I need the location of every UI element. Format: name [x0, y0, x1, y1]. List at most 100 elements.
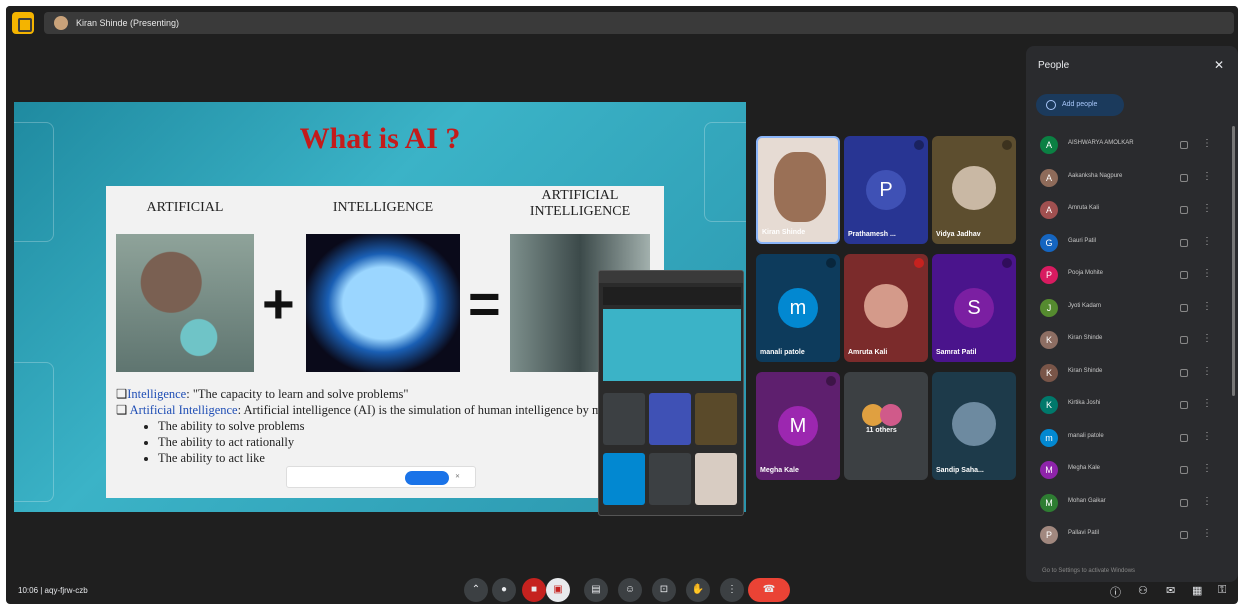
participant-tile[interactable]: m manali patole [756, 254, 840, 362]
add-person-icon [1046, 100, 1056, 110]
present-screen-icon[interactable]: ⊡ [652, 578, 676, 602]
emoji-icon[interactable]: ☺ [618, 578, 642, 602]
intelligence-definition: : "The capacity to learn and solve probl… [186, 387, 409, 401]
bottom-bar: 10:06 | aqy-fjrw-czb ⌃ ● ■ ▣ ▤ ☺ ⊡ ✋ ⋮ ☎… [6, 576, 1238, 604]
avatar [952, 402, 996, 446]
chat-icon[interactable]: ✉ [1166, 584, 1175, 597]
pin-icon[interactable] [1180, 206, 1188, 214]
more-icon[interactable]: ⋮ [1202, 203, 1212, 214]
more-icon[interactable]: ⋮ [1202, 463, 1212, 474]
participant-row[interactable]: M Mohan Gaikar ⋮ [1040, 488, 1220, 518]
participant-row[interactable]: J Jyoti Kadam ⋮ [1040, 293, 1220, 323]
participant-name: Prathamesh ... [848, 231, 896, 238]
participant-row[interactable]: P Pallavi Patil ⋮ [1040, 520, 1220, 550]
participant-row[interactable]: P Pooja Mohite ⋮ [1040, 260, 1220, 290]
participant-row[interactable]: m manali patole ⋮ [1040, 423, 1220, 453]
more-icon[interactable]: ⋮ [1202, 496, 1212, 507]
avatar: M [778, 406, 818, 446]
pin-icon[interactable] [1180, 173, 1188, 182]
mini-tile [695, 453, 737, 505]
participant-row[interactable]: G Gauri Patil ⋮ [1040, 228, 1220, 258]
participant-row[interactable]: A AISHWARYA AMOLKAR ⋮ [1040, 130, 1220, 160]
participant-tile[interactable]: M Megha Kale [756, 372, 840, 480]
participant-tile[interactable]: Kiran Shinde [756, 136, 840, 244]
top-bar: Kiran Shinde (Presenting) [6, 6, 1238, 40]
meet-logo-icon [12, 12, 34, 34]
presenting-banner[interactable]: Kiran Shinde (Presenting) [44, 12, 1234, 34]
pin-icon[interactable] [1180, 531, 1188, 539]
close-icon[interactable]: ✕ [1214, 58, 1224, 72]
more-icon[interactable]: ⋮ [1202, 268, 1212, 279]
mini-slide-preview [603, 309, 741, 381]
pin-icon[interactable] [1180, 271, 1188, 279]
pin-icon[interactable] [1180, 141, 1188, 149]
mini-window-header[interactable] [599, 271, 743, 283]
close-icon[interactable]: ✕ [455, 473, 460, 480]
mini-tile [649, 393, 691, 445]
more-icon[interactable]: ⋮ [1202, 398, 1212, 409]
participant-row[interactable]: K Kiran Shinde ⋮ [1040, 358, 1220, 388]
pin-icon[interactable] [1180, 336, 1188, 344]
more-icon[interactable]: ⋮ [1202, 138, 1212, 149]
participant-name: Kiran Shinde [1068, 335, 1103, 341]
mini-tile [649, 453, 691, 505]
participant-name: Pooja Mohite [1068, 270, 1104, 276]
participant-tile[interactable]: Vidya Jadhav [932, 136, 1016, 244]
intelligence-heading: INTELLIGENCE [332, 200, 434, 215]
chevron-up-icon[interactable]: ⌃ [464, 578, 488, 602]
pin-icon[interactable] [1180, 303, 1188, 312]
avatar: m [778, 288, 818, 328]
present-button[interactable]: ▣ [546, 578, 570, 602]
end-call-button[interactable]: ☎ [748, 578, 790, 602]
pin-icon[interactable] [1180, 368, 1188, 377]
more-icon[interactable]: ⋮ [1202, 171, 1212, 182]
participant-name: Megha Kale [760, 467, 799, 474]
participant-tile[interactable]: Amruta Kali [844, 254, 928, 362]
self-view-window[interactable] [598, 270, 744, 516]
pin-icon[interactable] [1180, 238, 1188, 247]
participant-row[interactable]: A Aakanksha Nagpure ⋮ [1040, 163, 1220, 193]
participant-tile[interactable]: S Samrat Patil [932, 254, 1016, 362]
raise-hand-icon[interactable]: ✋ [686, 578, 710, 602]
more-options-button[interactable]: ⋮ [720, 578, 744, 602]
participant-name: Amruta Kali [1068, 205, 1100, 211]
more-icon[interactable]: ⋮ [1202, 301, 1212, 312]
presenter-avatar [54, 16, 68, 30]
participant-row[interactable]: K Kirtika Joshi ⋮ [1040, 390, 1220, 420]
avatar: M [1040, 461, 1058, 479]
avatar: m [1040, 428, 1058, 447]
avatar: S [954, 288, 994, 328]
more-icon[interactable]: ⋮ [1202, 528, 1212, 539]
more-icon[interactable]: ⋮ [1202, 431, 1212, 442]
avatar [864, 284, 908, 328]
scrollbar[interactable] [1232, 126, 1235, 396]
circuit-decoration [14, 362, 54, 502]
people-icon[interactable]: ⚇ [1138, 584, 1148, 597]
more-icon[interactable]: ⋮ [1202, 333, 1212, 344]
participant-name: Gauri Patil [1068, 237, 1097, 244]
microphone-icon[interactable]: ● [492, 578, 516, 602]
participant-row[interactable]: A Amruta Kali ⋮ [1040, 195, 1220, 225]
others-tile[interactable]: 11 others [844, 372, 928, 480]
more-icon[interactable]: ⋮ [1202, 366, 1212, 377]
participant-tile[interactable]: P Prathamesh ... [844, 136, 928, 244]
participant-row[interactable]: K Kiran Shinde ⋮ [1040, 325, 1220, 355]
add-people-button[interactable]: Add people [1036, 94, 1124, 116]
participant-row[interactable]: M Megha Kale ⋮ [1040, 455, 1220, 485]
robot-hand-image [116, 234, 254, 372]
translate-button[interactable] [405, 471, 449, 485]
pin-icon[interactable] [1180, 401, 1188, 409]
info-icon[interactable]: ⓘ [1110, 584, 1121, 600]
people-panel: People ✕ Add people A AISHWARYA AMOLKAR ⋮ A… [1026, 46, 1238, 582]
pin-icon[interactable] [1180, 466, 1188, 474]
captions-icon[interactable]: ▤ [584, 578, 608, 602]
activities-icon[interactable]: ▦ [1192, 584, 1202, 597]
mic-off-icon [1002, 258, 1012, 268]
more-icon[interactable]: ⋮ [1202, 236, 1212, 247]
participant-name: Sandip Saha... [936, 467, 984, 474]
host-controls-icon[interactable]: ⚿ [1218, 584, 1226, 597]
pin-icon[interactable] [1180, 498, 1188, 507]
pin-icon[interactable] [1180, 433, 1188, 442]
participant-tile[interactable]: Sandip Saha... [932, 372, 1016, 480]
camera-off-button[interactable]: ■ [522, 578, 546, 602]
